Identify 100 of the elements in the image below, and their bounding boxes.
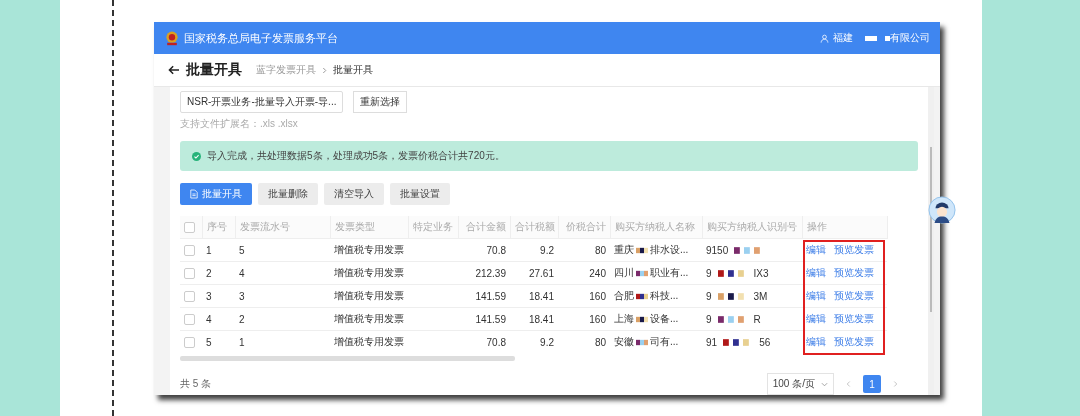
table-cell: 18.41 bbox=[510, 307, 558, 331]
alert-message: 导入完成，共处理数据5条，处理成功5条，发票价税合计共720元。 bbox=[207, 149, 505, 163]
table-cell: 27.61 bbox=[510, 261, 558, 285]
file-hint: 支持文件扩展名：.xls .xlsx bbox=[180, 117, 299, 131]
select-all-checkbox[interactable] bbox=[184, 221, 195, 233]
total-count: 共 5 条 bbox=[180, 377, 212, 391]
table-cell: 增值税专用发票 bbox=[330, 238, 408, 262]
buyer-name-fragment: 司有... bbox=[650, 335, 679, 349]
action-link[interactable]: 编辑 bbox=[806, 312, 826, 326]
buyer-name-fragment: 安徽 bbox=[614, 335, 634, 349]
buyer-name-fragment: 四川 bbox=[614, 266, 634, 280]
column-header: 价税合计 bbox=[558, 216, 610, 239]
table-cell: 4 bbox=[202, 307, 235, 331]
buyer-name-fragment: 排水设... bbox=[650, 243, 689, 257]
row-checkbox[interactable] bbox=[184, 244, 195, 256]
horizontal-scrollbar[interactable] bbox=[180, 356, 515, 361]
action-link[interactable]: 编辑 bbox=[806, 335, 826, 349]
page-button[interactable]: 1 bbox=[863, 375, 881, 393]
action-link[interactable]: 预览发票 bbox=[834, 266, 874, 280]
column-header: 发票流水号 bbox=[235, 216, 330, 239]
action-link[interactable]: 预览发票 bbox=[834, 312, 874, 326]
action-link[interactable]: 编辑 bbox=[806, 266, 826, 280]
table-cell: 1 bbox=[202, 238, 235, 262]
table-cell: 2 bbox=[235, 307, 330, 331]
column-header: 购买方纳税人名称 bbox=[610, 216, 702, 239]
page-size-select[interactable]: 100 条/页 bbox=[766, 373, 834, 395]
table-cell: 141.59 bbox=[458, 307, 510, 331]
toolbar-button[interactable]: 批量开具 bbox=[180, 183, 252, 205]
action-link[interactable]: 编辑 bbox=[806, 243, 826, 257]
tax-id-fragment: 3M bbox=[753, 290, 768, 302]
tax-id-fragment: 9 bbox=[706, 267, 712, 279]
column-header: 合计金额 bbox=[458, 216, 510, 239]
file-field[interactable]: NSR-开票业务-批量导入开票-导... bbox=[180, 91, 344, 113]
assistant-avatar-icon[interactable] bbox=[928, 196, 956, 224]
table-cell: 240 bbox=[558, 261, 610, 285]
action-link[interactable]: 编辑 bbox=[806, 289, 826, 303]
action-link[interactable]: 预览发票 bbox=[834, 243, 874, 257]
table-cell: 9.2 bbox=[510, 330, 558, 353]
tax-id-fragment: 9 bbox=[706, 313, 712, 325]
buyer-name-fragment: 设备... bbox=[650, 312, 679, 326]
tax-id-fragment: 9150 bbox=[706, 244, 729, 256]
next-page-icon[interactable] bbox=[893, 380, 898, 388]
redaction-block bbox=[885, 35, 890, 41]
redaction-mosaic bbox=[636, 246, 648, 254]
column-header: 发票类型 bbox=[330, 216, 408, 239]
tax-id-fragment: 9 bbox=[706, 290, 712, 302]
buyer-name-fragment: 职业有... bbox=[650, 266, 689, 280]
toolbar-button[interactable]: 批量删除 bbox=[258, 183, 318, 205]
tax-id-fragment: 56 bbox=[759, 336, 771, 348]
row-checkbox[interactable] bbox=[184, 267, 195, 279]
action-link[interactable]: 预览发票 bbox=[834, 289, 874, 303]
table-cell: 5 bbox=[235, 238, 330, 262]
reselect-button[interactable]: 重新选择 bbox=[353, 91, 408, 113]
company-name[interactable]: 有限公司 bbox=[890, 31, 930, 45]
table-cell: 增值税专用发票 bbox=[330, 330, 408, 353]
tax-id-fragment: R bbox=[753, 313, 761, 325]
column-header: 特定业务 bbox=[408, 216, 458, 239]
table-cell: 9.2 bbox=[510, 238, 558, 262]
row-checkbox[interactable] bbox=[184, 313, 195, 325]
column-header: 序号 bbox=[202, 216, 235, 239]
row-checkbox[interactable] bbox=[184, 336, 195, 348]
toolbar-button[interactable]: 批量设置 bbox=[390, 183, 450, 205]
table-cell: 增值税专用发票 bbox=[330, 307, 408, 331]
table-cell: 增值税专用发票 bbox=[330, 261, 408, 285]
toolbar-button[interactable]: 清空导入 bbox=[324, 183, 384, 205]
buyer-name-fragment: 合肥 bbox=[614, 289, 634, 303]
row-checkbox[interactable] bbox=[184, 290, 195, 302]
table-cell: 212.39 bbox=[458, 261, 510, 285]
column-header: 购买方纳税人识别号 bbox=[702, 216, 802, 239]
breadcrumb-item: 批量开具 bbox=[333, 63, 373, 77]
chevron-icon bbox=[322, 66, 327, 74]
table-cell: 160 bbox=[558, 307, 610, 331]
emblem-icon bbox=[164, 30, 180, 46]
user-icon bbox=[820, 33, 829, 43]
redaction-mosaic bbox=[636, 338, 648, 346]
back-arrow-icon[interactable] bbox=[168, 65, 180, 75]
document-icon bbox=[190, 189, 198, 199]
table-cell: 160 bbox=[558, 284, 610, 308]
redaction-mosaic bbox=[636, 269, 648, 277]
column-header: 合计税额 bbox=[510, 216, 558, 239]
redaction-block bbox=[865, 35, 877, 41]
table-cell: 1 bbox=[235, 330, 330, 353]
action-link[interactable]: 预览发票 bbox=[834, 335, 874, 349]
buyer-name-fragment: 上海 bbox=[614, 312, 634, 326]
buyer-name-fragment: 科技... bbox=[650, 289, 679, 303]
breadcrumb-item[interactable]: 蓝字发票开具 bbox=[256, 63, 316, 77]
table-cell: 4 bbox=[235, 261, 330, 285]
redaction-mosaic bbox=[636, 292, 648, 300]
table-cell: 141.59 bbox=[458, 284, 510, 308]
table-cell: 2 bbox=[202, 261, 235, 285]
table-cell: 80 bbox=[558, 238, 610, 262]
buyer-name-fragment: 重庆 bbox=[614, 243, 634, 257]
user-name[interactable]: 福建 bbox=[833, 31, 853, 45]
check-circle-icon bbox=[192, 151, 201, 161]
column-header: 操作 bbox=[802, 216, 887, 239]
page-title: 批量开具 bbox=[186, 61, 242, 79]
previous-page-icon[interactable] bbox=[846, 380, 851, 388]
table-cell: 18.41 bbox=[510, 284, 558, 308]
tax-id-fragment: 91 bbox=[706, 336, 718, 348]
table-cell: 增值税专用发票 bbox=[330, 284, 408, 308]
